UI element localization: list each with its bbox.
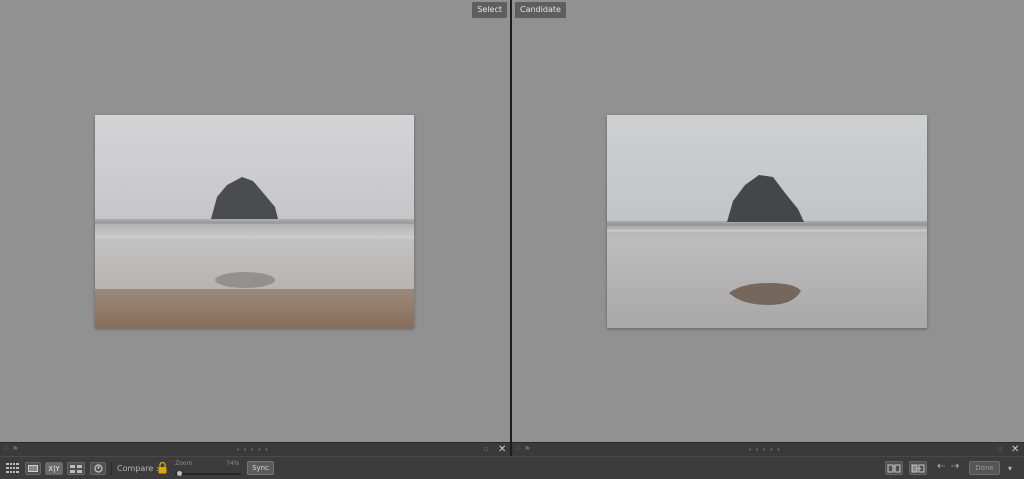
- grid-view-icon[interactable]: [4, 462, 21, 475]
- zoom-slider-handle[interactable]: [177, 471, 182, 476]
- swap-icon[interactable]: [885, 461, 903, 475]
- people-view-icon[interactable]: [90, 462, 106, 475]
- lock-icon[interactable]: [158, 461, 167, 476]
- color-label-icon[interactable]: ▫: [998, 446, 1006, 453]
- survey-view-icon[interactable]: [67, 462, 85, 475]
- chevron-down-icon[interactable]: ▾: [1008, 464, 1012, 473]
- rating-dots[interactable]: •••••: [748, 446, 784, 454]
- reject-flag-icon[interactable]: ⚑: [12, 446, 20, 453]
- make-select-icon[interactable]: [909, 461, 927, 475]
- arrow-right-icon[interactable]: ⇢: [951, 461, 959, 472]
- done-button[interactable]: Done: [969, 461, 1000, 475]
- select-photo[interactable]: [95, 115, 414, 328]
- candidate-tag: Candidate: [515, 2, 566, 18]
- candidate-pane-footer: ⚐ ⚑ ••••• ▫ ✕: [512, 442, 1024, 456]
- loupe-view-icon[interactable]: [25, 462, 41, 475]
- select-pane[interactable]: Select: [0, 0, 510, 442]
- toolbar-separator: [111, 462, 112, 475]
- pane-divider[interactable]: [510, 0, 512, 456]
- zoom-label: Zoom: [175, 460, 193, 467]
- reject-flag-icon[interactable]: ⚑: [524, 446, 532, 453]
- close-icon[interactable]: ✕: [498, 444, 506, 455]
- compare-view-icon[interactable]: X|Y: [45, 462, 63, 475]
- sync-button[interactable]: Sync: [247, 461, 274, 475]
- candidate-pane[interactable]: Candidate: [512, 0, 1024, 442]
- zoom-slider[interactable]: [175, 473, 241, 475]
- flag-icon[interactable]: ⚐: [515, 446, 523, 453]
- color-label-icon[interactable]: ▫: [484, 446, 492, 453]
- candidate-photo[interactable]: [607, 115, 927, 328]
- candidate-photo-image: [607, 115, 927, 328]
- flag-icon[interactable]: ⚐: [3, 446, 11, 453]
- close-icon[interactable]: ✕: [1011, 444, 1019, 455]
- compare-label: Compare :: [117, 464, 159, 473]
- toolbar: X|Y Compare :: [0, 456, 1024, 479]
- select-photo-image: [95, 115, 414, 328]
- arrow-left-icon[interactable]: ⇠: [937, 461, 945, 472]
- select-tag: Select: [472, 2, 507, 18]
- select-pane-footer: ⚐ ⚑ ••••• ▫ ✕: [0, 442, 510, 456]
- zoom-value: 74%: [226, 460, 240, 467]
- rating-dots[interactable]: •••••: [236, 446, 272, 454]
